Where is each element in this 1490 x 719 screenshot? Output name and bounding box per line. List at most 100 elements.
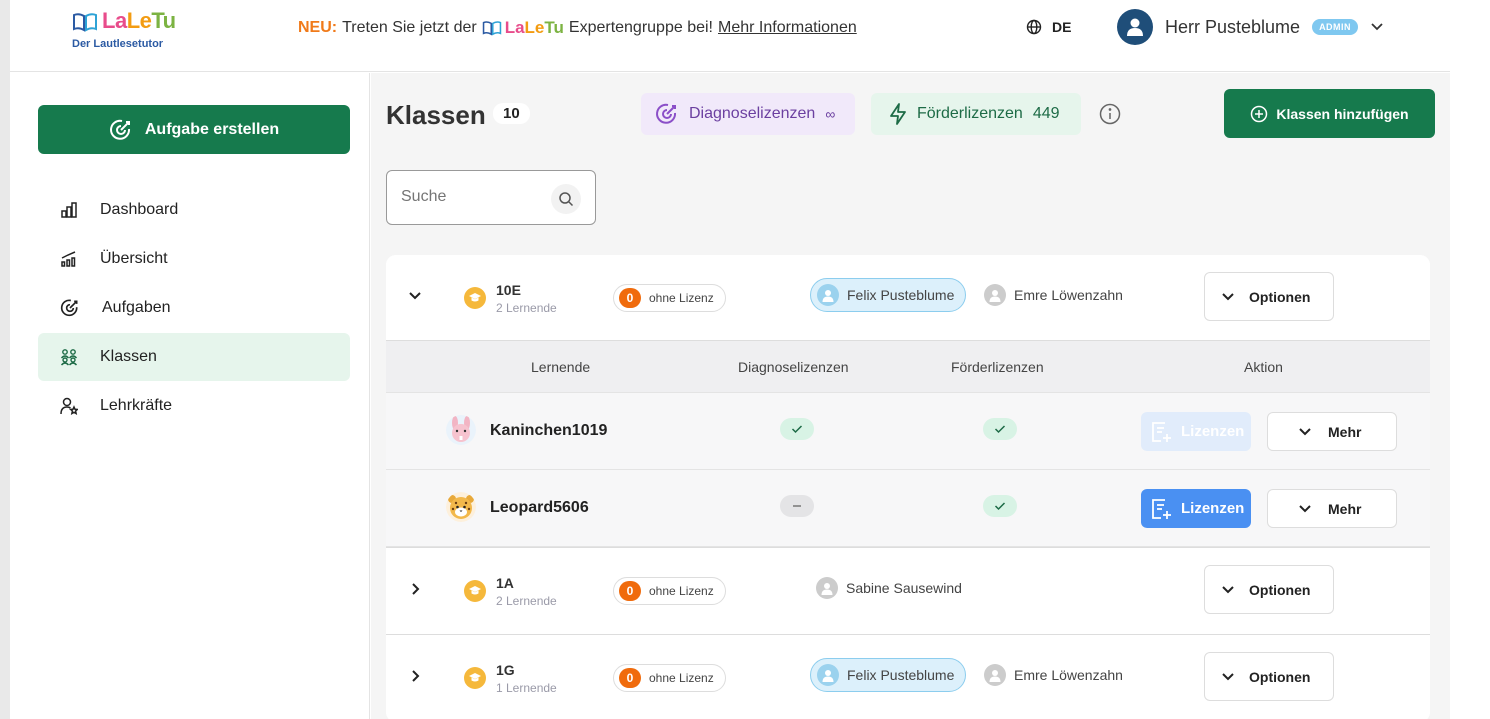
more-label: Mehr	[1328, 500, 1362, 517]
options-button[interactable]: Optionen	[1204, 652, 1334, 701]
support-license-status[interactable]	[983, 418, 1017, 440]
graduation-cap-icon	[464, 667, 486, 689]
column-header: Diagnoselizenzen	[738, 359, 849, 375]
sidebar-item-label: Klassen	[100, 348, 157, 365]
teacher-chip: Sabine Sausewind	[810, 571, 973, 605]
teacher-name: Sabine Sausewind	[846, 580, 962, 596]
diagnosis-license-status[interactable]	[780, 495, 814, 517]
sidebar-item-overview[interactable]: Übersicht	[38, 235, 350, 283]
check-icon	[994, 425, 1006, 434]
sidebar-item-classes[interactable]: Klassen	[38, 333, 350, 381]
chevron-right-icon[interactable]	[408, 582, 422, 596]
search-input[interactable]	[401, 188, 541, 206]
search-icon	[559, 192, 574, 207]
group-icon	[60, 349, 78, 366]
role-badge: ADMIN	[1312, 19, 1359, 35]
teacher-name: Emre Löwenzahn	[1014, 287, 1123, 303]
no-license-label: ohne Lizenz	[649, 671, 714, 685]
student-row: Kaninchen1019 Lizenzen Mehr	[386, 393, 1430, 470]
app-window: LaLeTu Der Lautlesetutor NEU: Treten Sie…	[10, 0, 1450, 719]
teacher-chip: Emre Löwenzahn	[978, 278, 1134, 312]
support-license-status[interactable]	[983, 495, 1017, 517]
student-name: Leopard5606	[490, 499, 589, 516]
info-icon[interactable]	[1099, 103, 1121, 125]
announcement-banner: NEU: Treten Sie jetzt der La Le Tu Experte…	[298, 18, 857, 38]
sidebar-item-teachers[interactable]: Lehrkräfte	[38, 382, 350, 430]
top-header: LaLeTu Der Lautlesetutor NEU: Treten Sie…	[10, 0, 1450, 72]
graduation-cap-icon	[464, 580, 486, 602]
create-task-button[interactable]: Aufgabe erstellen	[38, 105, 350, 154]
class-name: 1G	[496, 662, 515, 678]
search-button[interactable]	[551, 184, 581, 214]
chevron-right-icon[interactable]	[408, 669, 422, 683]
no-license-count: 0	[619, 581, 641, 601]
column-header: Förderlizenzen	[951, 359, 1044, 375]
laletu-logo[interactable]: LaLeTu Der Lautlesetutor	[72, 8, 192, 56]
dash-icon	[793, 505, 801, 507]
book-logo-icon	[482, 21, 501, 36]
more-button[interactable]: Mehr	[1267, 489, 1397, 528]
teacher-avatar-icon	[984, 664, 1006, 686]
chevron-down-icon[interactable]	[408, 289, 422, 303]
teacher-icon	[60, 397, 78, 415]
sidebar-item-dashboard[interactable]: Dashboard	[38, 186, 350, 234]
teacher-name: Emre Löwenzahn	[1014, 667, 1123, 683]
plus-circle-icon	[1251, 105, 1268, 122]
user-icon	[1127, 18, 1143, 36]
licenses-button[interactable]: Lizenzen	[1141, 489, 1251, 528]
target-icon	[656, 103, 677, 124]
classes-table: 10E 2 Lernende 0 ohne Lizenz Felix Puste…	[386, 255, 1430, 719]
diagnosis-license-status[interactable]	[780, 418, 814, 440]
window-margin	[1450, 0, 1490, 719]
check-icon	[791, 425, 803, 434]
teacher-avatar-icon	[817, 664, 839, 686]
no-license-badge: 0 ohne Lizenz	[613, 664, 726, 692]
teacher-chip: Emre Löwenzahn	[978, 658, 1134, 692]
class-count-badge: 10	[493, 103, 530, 124]
support-license-counter: Förderlizenzen 449	[871, 93, 1081, 135]
search-box	[386, 170, 596, 225]
more-info-link[interactable]: Mehr Informationen	[718, 19, 857, 37]
student-name: Kaninchen1019	[490, 422, 608, 439]
teacher-name: Felix Pusteblume	[847, 287, 955, 303]
graduation-cap-icon	[464, 287, 486, 309]
teacher-chip: Felix Pusteblume	[810, 278, 967, 312]
chevron-down-icon	[1299, 504, 1311, 512]
add-classes-label: Klassen hinzufügen	[1276, 105, 1409, 122]
language-switcher[interactable]: DE	[1026, 19, 1071, 35]
options-button[interactable]: Optionen	[1204, 565, 1334, 614]
teacher-avatar-icon	[816, 577, 838, 599]
add-classes-button[interactable]: Klassen hinzufügen	[1224, 89, 1435, 138]
no-license-label: ohne Lizenz	[649, 291, 714, 305]
trend-chart-icon	[61, 251, 76, 267]
check-icon	[994, 502, 1006, 511]
chevron-down-icon	[1222, 292, 1234, 300]
sidebar-item-label: Lehrkräfte	[100, 397, 173, 414]
no-license-count: 0	[619, 288, 641, 308]
class-row: 1A 2 Lernende 0 ohne Lizenz Sabine Sause…	[386, 548, 1430, 635]
license-add-icon	[1152, 421, 1171, 442]
column-header: Aktion	[1244, 359, 1283, 375]
sidebar-item-tasks[interactable]: Aufgaben	[38, 284, 350, 332]
sidebar-item-label: Übersicht	[100, 250, 168, 267]
language-label: DE	[1052, 19, 1072, 35]
more-button[interactable]: Mehr	[1267, 412, 1397, 451]
student-table-header: Lernende Diagnoselizenzen Förderlizenzen…	[386, 341, 1430, 393]
user-avatar	[1117, 9, 1153, 45]
options-button[interactable]: Optionen	[1204, 272, 1334, 321]
support-license-value: 449	[1032, 105, 1060, 122]
bunny-avatar	[446, 415, 476, 445]
class-student-count: 2 Lernende	[496, 301, 557, 315]
support-license-label: Förderlizenzen	[917, 105, 1023, 122]
student-row: Leopard5606 Lizenzen Mehr	[386, 470, 1430, 547]
licenses-button[interactable]: Lizenzen	[1141, 412, 1251, 451]
license-add-icon	[1152, 498, 1171, 519]
diagnosis-license-counter: Diagnoselizenzen ∞	[641, 93, 855, 135]
user-menu[interactable]: Herr Pusteblume ADMIN	[1117, 9, 1384, 45]
class-student-count: 2 Lernende	[496, 594, 557, 608]
column-header: Lernende	[531, 359, 591, 375]
class-student-count: 1 Lernende	[496, 681, 557, 695]
no-license-label: ohne Lizenz	[649, 584, 714, 598]
class-row: 1G 1 Lernende 0 ohne Lizenz Felix Pusteb…	[386, 635, 1430, 719]
chevron-down-icon	[1222, 585, 1234, 593]
